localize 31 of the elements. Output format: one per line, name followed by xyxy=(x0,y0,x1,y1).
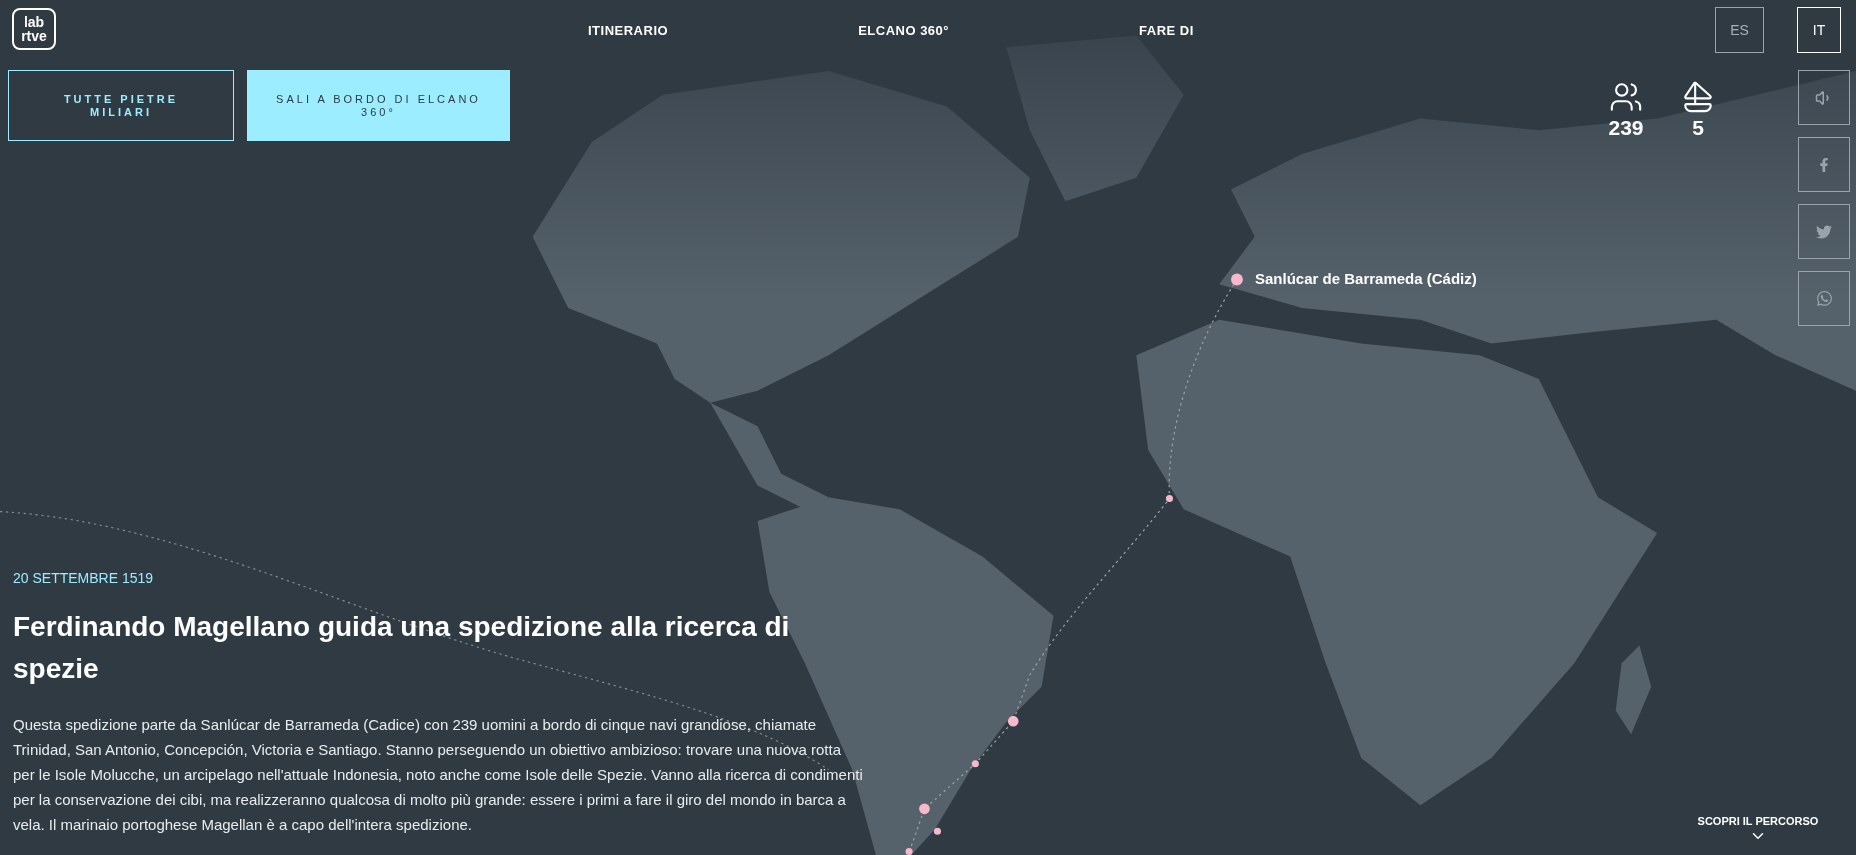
people-icon xyxy=(1609,80,1643,114)
route-stop-marker[interactable] xyxy=(971,760,979,768)
route-stop-marker[interactable] xyxy=(1231,273,1243,286)
twitter-icon xyxy=(1816,223,1832,240)
route-stop-marker[interactable] xyxy=(919,803,930,815)
scroll-link[interactable]: SCOPRI IL PERCORSO xyxy=(1697,815,1819,827)
sound-button[interactable] xyxy=(1798,70,1850,125)
stat-value: 5 xyxy=(1692,116,1704,140)
nav-link[interactable]: ITINERARIO xyxy=(588,22,669,38)
share-button[interactable] xyxy=(1798,271,1850,326)
route-stop-marker[interactable] xyxy=(1165,495,1173,503)
share-button[interactable] xyxy=(1798,137,1850,192)
sailboat-icon xyxy=(1681,80,1715,114)
tour-button[interactable]: SALI A BORDO DI ELCANO 360° xyxy=(247,70,510,141)
route-stop-marker[interactable] xyxy=(1007,715,1019,727)
language-button[interactable]: ES xyxy=(1715,7,1764,53)
stat-value: 239 xyxy=(1608,116,1644,140)
place-label: Sanlúcar de Barrameda (Cádiz) xyxy=(1255,270,1477,287)
logo[interactable]: lab rtve xyxy=(12,8,56,50)
route-stop-marker[interactable] xyxy=(905,847,913,855)
milestone-date: 20 SETTEMBRE 1519 xyxy=(13,570,155,586)
milestone-text: Questa spedizione parte da Sanlúcar de Barrameda (Cadice) con 239 uomini a bordo di cinque navi grandiose, chiamate Trinidad, San Antonio, Concepción, Victoria e Santiago. Stanno perseguendo un obiettivo ambizioso: trovare una nuova rotta per le Isole Molucche, un arcipelago nell'attuale Indonesia, noto anche come Isole delle Spezie. Vanno alla ricerca di condimenti per la conservazione dei cibi, ma realizzeranno qualcosa di molto più grande: essere i primi a fare il giro del mondo in barca a vela. Il marinaio portoghese Magellan è a capo dell'intera spedizione. xyxy=(13,715,863,835)
milestones-button[interactable]: TUTTE PIETRE MILIARI xyxy=(8,70,234,141)
facebook-icon xyxy=(1817,157,1831,172)
share-button[interactable] xyxy=(1798,204,1850,259)
route-stop-marker[interactable] xyxy=(933,827,941,835)
language-button[interactable]: IT xyxy=(1797,7,1841,53)
milestone-title: Ferdinando Magellano guida una spedizione alla ricerca di spezie xyxy=(13,610,791,686)
nav-link[interactable]: ELCANO 360° xyxy=(858,22,949,38)
nav-link[interactable]: FARE DI xyxy=(1139,22,1194,38)
whatsapp-icon xyxy=(1815,290,1833,307)
